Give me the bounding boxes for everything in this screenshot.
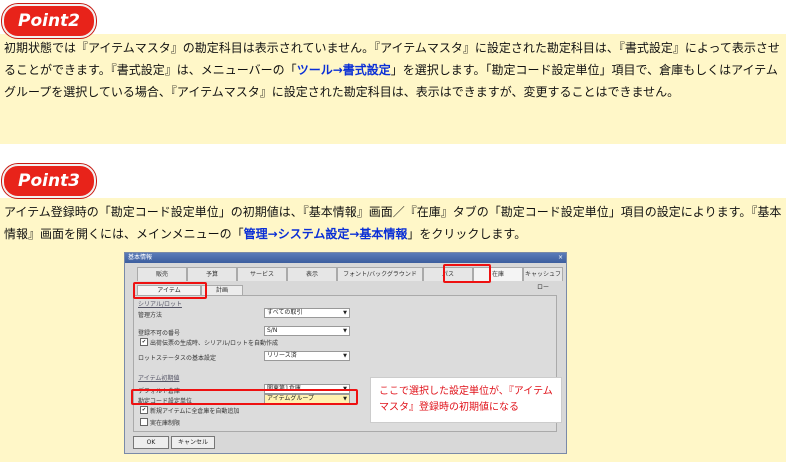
chevron-down-icon: ▼ xyxy=(343,328,347,334)
section-item-defaults: アイテム初期値 xyxy=(138,375,180,382)
point2-badge: Point2 xyxy=(2,4,96,38)
tab-sales[interactable]: 販売 xyxy=(137,267,187,281)
highlight-acct-unit-row xyxy=(131,389,358,405)
chevron-down-icon: ▼ xyxy=(343,310,347,316)
mgmt-method-select[interactable]: すべての取引 ▼ xyxy=(264,308,350,318)
auto-add-label: 新規アイテムに全倉庫を自動追加 xyxy=(150,408,240,415)
unique-number-select[interactable]: S/N ▼ xyxy=(264,326,350,336)
cancel-button[interactable]: キャンセル xyxy=(171,436,215,449)
tab-bar: 販売 予算 サービス 表示 フォント/バックグラウンド パス 在庫 キャッシュフ… xyxy=(129,267,563,291)
unique-number-label: 登録不可の番号 xyxy=(138,330,181,337)
menu-path-highlight: 管理→システム設定→基本情報 xyxy=(243,227,408,241)
highlight-item-subtab xyxy=(133,282,207,299)
point3-text: アイテム登録時の「勘定コード設定単位」の初期値は、『基本情報』画面／『在庫』タブ… xyxy=(4,201,782,245)
highlight-inventory-tab xyxy=(443,264,491,283)
chevron-down-icon: ▼ xyxy=(343,353,347,359)
auto-create-checkbox[interactable]: ✔ xyxy=(140,338,148,346)
menu-path-highlight: ツール→書式設定 xyxy=(296,63,391,77)
ok-button[interactable]: OK xyxy=(133,436,169,449)
tab-display[interactable]: 表示 xyxy=(287,267,337,281)
tab-budget[interactable]: 予算 xyxy=(187,267,237,281)
close-icon[interactable]: × xyxy=(558,253,563,263)
tab-service[interactable]: サービス xyxy=(237,267,287,281)
auto-create-label: 出荷伝票の生成時、シリアル/ロットを自動作成 xyxy=(150,340,278,347)
negative-stock-label: 実在庫制限 xyxy=(150,420,181,427)
paragraph-segment: 」をクリックします。 xyxy=(407,227,527,241)
point3-badge: Point3 xyxy=(2,164,96,198)
lot-status-label: ロットステータスの基本設定 xyxy=(138,355,217,362)
tab-cashflow[interactable]: キャッシュフロー xyxy=(523,267,563,291)
callout-note: ここで選択した設定単位が、『アイテムマスタ』登録時の初期値になる xyxy=(370,377,562,423)
point2-text: 初期状態では『アイテムマスタ』の勘定科目は表示されていません。『アイテムマスタ』… xyxy=(4,37,782,103)
lot-status-select[interactable]: リリース済 ▼ xyxy=(264,351,350,361)
dialog-title: 基本情報 xyxy=(128,254,153,261)
tab-font-background[interactable]: フォント/バックグラウンド xyxy=(337,267,423,281)
dialog-titlebar: 基本情報 × xyxy=(125,253,566,263)
auto-add-checkbox[interactable]: ✔ xyxy=(140,406,148,414)
section-serial-lot: シリアル/ロット xyxy=(138,301,182,308)
negative-stock-checkbox[interactable] xyxy=(140,418,148,426)
mgmt-method-label: 管理方法 xyxy=(138,312,163,319)
